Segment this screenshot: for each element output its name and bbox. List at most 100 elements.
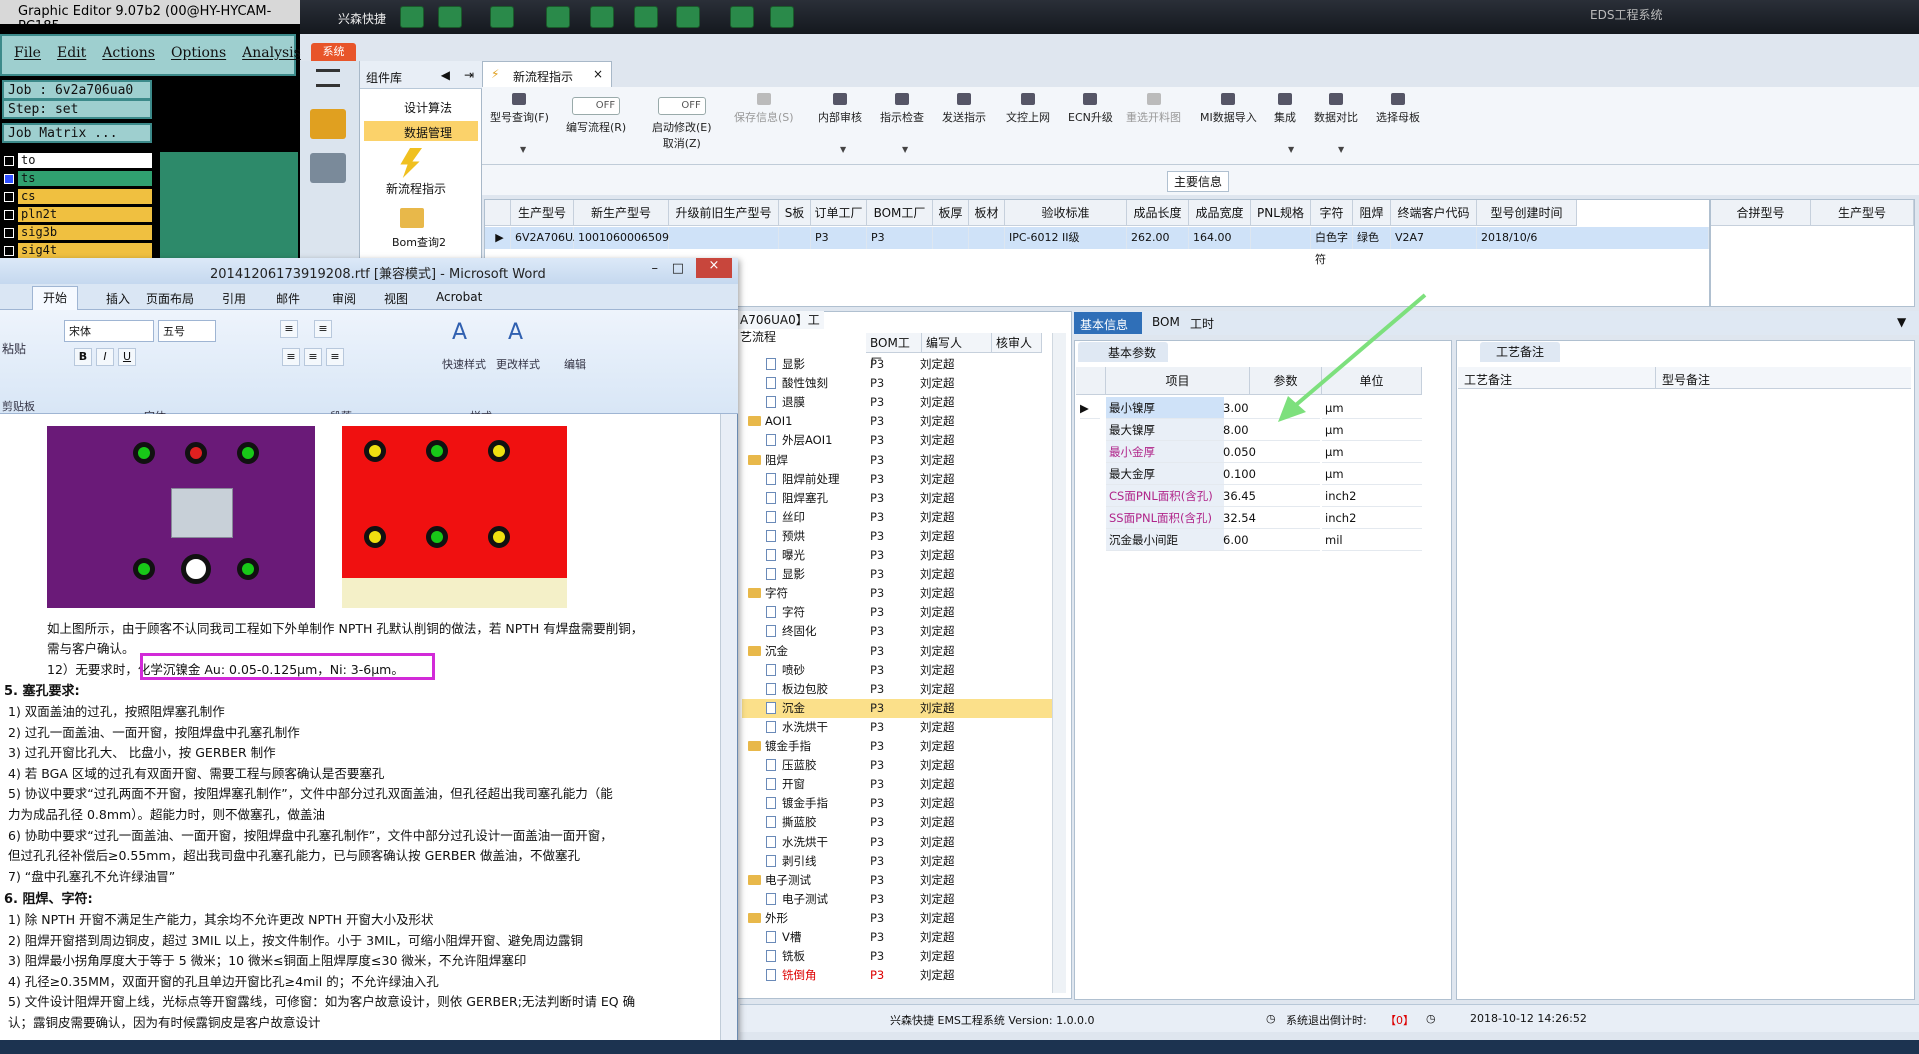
- user-icon[interactable]: [730, 6, 754, 28]
- menu-analysis[interactable]: Analysis: [242, 45, 301, 65]
- pin-icon[interactable]: ⇥: [464, 68, 474, 82]
- bullets-icon[interactable]: ≡: [280, 320, 298, 338]
- change-styles-icon[interactable]: A: [508, 320, 523, 345]
- process-row[interactable]: 沉金 P3 刘定超: [742, 642, 1052, 661]
- param-row[interactable]: 沉金最小间距 6.00 mil: [1074, 529, 1452, 551]
- layer-row[interactable]: pln2t: [4, 206, 152, 223]
- process-row[interactable]: 显影 P3 刘定超: [742, 565, 1052, 584]
- process-row[interactable]: 板边包胶 P3 刘定超: [742, 680, 1052, 699]
- param-row[interactable]: 最小金厚 0.050 μm: [1074, 441, 1452, 463]
- param-value[interactable]: 36.45: [1220, 485, 1320, 507]
- process-row[interactable]: 电子测试 P3 刘定超: [742, 890, 1052, 909]
- process-row[interactable]: 外层AOI1 P3 刘定超: [742, 431, 1052, 450]
- tab-mailings[interactable]: 邮件: [276, 290, 300, 307]
- grid-header[interactable]: 成品长度: [1127, 200, 1189, 226]
- grid-cell[interactable]: 2018/10/6: [1477, 227, 1709, 249]
- yx-logo-icon[interactable]: [310, 109, 346, 139]
- layer-row[interactable]: sig4t: [4, 242, 152, 259]
- grid-cell[interactable]: IPC-6012 II级: [1005, 227, 1127, 249]
- grid-cell[interactable]: P3: [811, 227, 867, 249]
- tab-acrobat[interactable]: Acrobat: [436, 290, 482, 304]
- underline-button[interactable]: U: [118, 348, 136, 366]
- calculator-icon[interactable]: [310, 153, 346, 183]
- grid-cell[interactable]: 262.00: [1127, 227, 1189, 249]
- chevron-down-icon[interactable]: ▼: [902, 145, 908, 154]
- grid-cell[interactable]: [933, 227, 969, 249]
- chevron-down-icon[interactable]: ▼: [840, 145, 846, 154]
- folder-icon[interactable]: [400, 208, 424, 228]
- collapse-left-icon[interactable]: ◀: [441, 68, 450, 82]
- param-value[interactable]: 32.54: [1220, 507, 1320, 529]
- grid-header[interactable]: 终端客户代码: [1391, 200, 1477, 226]
- copy-icon[interactable]: [634, 6, 658, 28]
- param-col-header[interactable]: 项目: [1106, 367, 1250, 395]
- layer-row[interactable]: sig3b: [4, 224, 152, 241]
- send-instruction-button[interactable]: 发送指示: [942, 93, 986, 125]
- process-row[interactable]: 水洗烘干 P3 刘定超: [742, 718, 1052, 737]
- tab-new-flow-instruction[interactable]: ⚡ 新流程指示 ×: [482, 61, 612, 87]
- integrate-button[interactable]: 集成: [1274, 93, 1296, 125]
- tab-home[interactable]: 开始: [32, 286, 78, 310]
- grid-cell[interactable]: P3: [867, 227, 933, 249]
- param-value[interactable]: 0.100: [1220, 463, 1320, 485]
- process-row[interactable]: 字符 P3 刘定超: [742, 603, 1052, 622]
- paste-button[interactable]: 粘贴: [2, 340, 26, 357]
- process-scrollbar[interactable]: [1052, 333, 1066, 993]
- process-row[interactable]: 压蓝胶 P3 刘定超: [742, 756, 1052, 775]
- bom-query-item[interactable]: Bom查询2: [392, 234, 446, 250]
- grid-cell[interactable]: [1251, 227, 1311, 249]
- chevron-down-icon[interactable]: ▼: [1338, 145, 1344, 154]
- process-col-header[interactable]: 核审人: [992, 333, 1042, 353]
- grid-header[interactable]: 板材: [969, 200, 1005, 226]
- tab-bom[interactable]: BOM: [1152, 315, 1180, 329]
- process-row[interactable]: 丝印 P3 刘定超: [742, 508, 1052, 527]
- layer-checkbox[interactable]: [4, 209, 14, 220]
- tab-view[interactable]: 视图: [384, 290, 408, 307]
- chart-icon[interactable]: [770, 6, 794, 28]
- tab-page-layout[interactable]: 页面布局: [146, 290, 194, 307]
- process-row[interactable]: AOI1 P3 刘定超: [742, 412, 1052, 431]
- toggle-off[interactable]: OFF: [572, 97, 621, 115]
- grid-icon[interactable]: [676, 6, 700, 28]
- process-row[interactable]: 预烘 P3 刘定超: [742, 527, 1052, 546]
- menu-file[interactable]: File: [14, 45, 41, 65]
- tab-hours[interactable]: 工时: [1190, 315, 1214, 332]
- param-row[interactable]: CS面PNL面积(含孔) 36.45 inch2: [1074, 485, 1452, 507]
- tab-references[interactable]: 引用: [222, 290, 246, 307]
- select-master-button[interactable]: 选择母板: [1376, 93, 1420, 125]
- chevron-down-icon[interactable]: ▼: [520, 145, 526, 154]
- process-row[interactable]: 沉金 P3 刘定超: [742, 698, 1052, 718]
- process-row[interactable]: V槽 P3 刘定超: [742, 928, 1052, 947]
- process-row[interactable]: 铣倒角 P3 刘定超: [742, 966, 1052, 985]
- lib-item-data-management[interactable]: 数据管理: [364, 121, 478, 141]
- layer-row[interactable]: cs: [4, 188, 152, 205]
- font-size-select[interactable]: 五号: [158, 320, 216, 342]
- grid-header[interactable]: 型号创建时间: [1477, 200, 1577, 226]
- tab-insert[interactable]: 插入: [106, 290, 130, 307]
- document-scrollbar[interactable]: [720, 414, 737, 1054]
- grid-cell[interactable]: V2A7: [1391, 227, 1477, 249]
- new-flow-instruction-item[interactable]: 新流程指示: [386, 180, 446, 197]
- doc-upload-button[interactable]: 文控上网: [1006, 93, 1050, 125]
- italic-button[interactable]: I: [96, 348, 114, 366]
- grid-header[interactable]: 升级前旧生产型号: [669, 200, 779, 226]
- font-name-select[interactable]: 宋体: [64, 320, 154, 342]
- grid-cell[interactable]: 绿色: [1353, 227, 1391, 249]
- tab-process-notes[interactable]: 工艺备注: [1480, 342, 1560, 362]
- process-row[interactable]: 开窗 P3 刘定超: [742, 775, 1052, 794]
- grid-header[interactable]: 生产型号: [511, 200, 574, 226]
- menu-actions[interactable]: Actions: [102, 45, 155, 65]
- lib-item-design-algorithm[interactable]: 设计算法: [364, 96, 478, 116]
- grid-cell[interactable]: 白色字符: [1311, 227, 1353, 266]
- process-row[interactable]: 镀金手指 P3 刘定超: [742, 737, 1052, 756]
- grid-header[interactable]: S板: [779, 200, 811, 226]
- write-flow-toggle[interactable]: OFF 编写流程(R): [566, 97, 626, 135]
- grid-header[interactable]: 板厚: [933, 200, 969, 226]
- grid-header[interactable]: BOM工厂: [867, 200, 933, 226]
- table-icon[interactable]: [490, 6, 514, 28]
- system-tab[interactable]: 系统: [311, 43, 356, 61]
- ecn-upgrade-button[interactable]: ECN升级: [1068, 93, 1113, 125]
- grid-header[interactable]: 验收标准: [1005, 200, 1127, 226]
- process-row[interactable]: 撕蓝胶 P3 刘定超: [742, 813, 1052, 832]
- align-left-icon[interactable]: ≡: [282, 348, 300, 366]
